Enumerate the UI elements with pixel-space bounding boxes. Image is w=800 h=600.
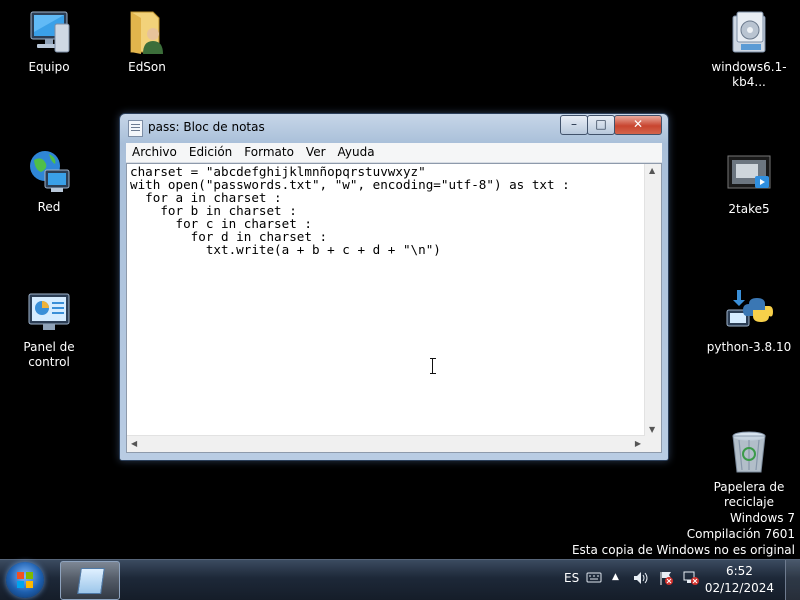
editor-content[interactable]: charset = "abcdefghijklmnñopqrstuvwxyz" … bbox=[130, 165, 570, 256]
menu-edicion[interactable]: Edición bbox=[183, 143, 238, 159]
computer-icon bbox=[25, 8, 73, 56]
menu-formato[interactable]: Formato bbox=[238, 143, 300, 159]
minimize-button[interactable]: – bbox=[560, 115, 588, 135]
desktop-icon-label: EdSon bbox=[128, 60, 166, 74]
user-folder-icon bbox=[123, 8, 171, 56]
scroll-left-icon[interactable]: ◀ bbox=[131, 439, 137, 448]
text-editor[interactable]: charset = "abcdefghijklmnñopqrstuvwxyz" … bbox=[126, 163, 662, 453]
watermark-line: Esta copia de Windows no es original bbox=[571, 543, 795, 557]
start-button[interactable] bbox=[6, 562, 44, 598]
show-desktop-button[interactable] bbox=[785, 560, 800, 600]
volume-icon[interactable] bbox=[632, 570, 650, 589]
network-disconnected-icon[interactable] bbox=[682, 570, 700, 589]
vertical-scrollbar[interactable]: ▲ ▼ bbox=[644, 164, 661, 436]
desktop-icon-label: Red bbox=[37, 200, 61, 214]
menu-archivo[interactable]: Archivo bbox=[126, 143, 183, 159]
clock-date: 02/12/2024 bbox=[704, 581, 774, 595]
control-panel-icon bbox=[25, 288, 73, 336]
desktop-icon-python[interactable]: python-3.8.10 bbox=[704, 288, 794, 355]
title-bar[interactable]: pass: Bloc de notas – □ ✕ bbox=[120, 114, 668, 140]
horizontal-scrollbar[interactable]: ◀ ▶ bbox=[127, 435, 645, 452]
desktop-icon-label: python-3.8.10 bbox=[706, 340, 792, 354]
desktop-icon-edson[interactable]: EdSon bbox=[102, 8, 192, 75]
network-globe-icon bbox=[25, 148, 73, 196]
menu-bar: Archivo Edición Formato Ver Ayuda bbox=[126, 143, 662, 163]
menu-ayuda[interactable]: Ayuda bbox=[332, 143, 381, 159]
video-file-icon bbox=[725, 150, 773, 198]
taskbar: ES ▲ 6:52 02/12/2024 bbox=[0, 559, 800, 600]
recycle-bin-icon bbox=[725, 428, 773, 476]
window-title: pass: Bloc de notas bbox=[148, 120, 265, 134]
keyboard-icon[interactable] bbox=[586, 570, 602, 587]
close-button[interactable]: ✕ bbox=[614, 115, 662, 135]
desktop-icon-label: Papelera de reciclaje bbox=[713, 480, 785, 509]
scroll-down-icon[interactable]: ▼ bbox=[649, 425, 655, 434]
desktop-icon-label: Panel de control bbox=[23, 340, 75, 369]
taskbar-item-notepad[interactable] bbox=[60, 561, 120, 600]
language-indicator[interactable]: ES bbox=[564, 571, 579, 585]
desktop-icon-red[interactable]: Red bbox=[4, 148, 94, 215]
desktop-icon-panel-de-control[interactable]: Panel de control bbox=[4, 288, 94, 370]
scroll-right-icon[interactable]: ▶ bbox=[635, 439, 641, 448]
menu-ver[interactable]: Ver bbox=[300, 143, 332, 159]
ibeam-cursor-icon bbox=[430, 358, 436, 374]
notepad-icon bbox=[77, 568, 105, 594]
watermark-line: Compilación 7601 bbox=[686, 527, 795, 541]
action-center-flag-icon[interactable] bbox=[658, 570, 674, 589]
desktop-icon-papelera[interactable]: Papelera de reciclaje bbox=[704, 428, 794, 510]
scroll-up-icon[interactable]: ▲ bbox=[649, 166, 655, 175]
watermark-line: Windows 7 bbox=[729, 511, 795, 525]
scrollbar-corner bbox=[645, 436, 661, 452]
desktop-icon-label: Equipo bbox=[28, 60, 70, 74]
windows-watermark: Windows 7 Compilación 7601 Esta copia de… bbox=[572, 510, 795, 558]
clock-time: 6:52 bbox=[725, 564, 753, 578]
taskbar-clock[interactable]: 6:52 02/12/2024 bbox=[705, 563, 774, 597]
desktop-icon-label: windows6.1-kb4... bbox=[711, 60, 787, 89]
desktop-icon-2take5[interactable]: 2take5 bbox=[704, 150, 794, 217]
python-installer-icon bbox=[725, 288, 773, 336]
maximize-button[interactable]: □ bbox=[587, 115, 615, 135]
desktop-icon-label: 2take5 bbox=[728, 202, 770, 216]
desktop-icon-equipo[interactable]: Equipo bbox=[4, 8, 94, 75]
desktop-icon-windows-update[interactable]: windows6.1-kb4... bbox=[704, 8, 794, 90]
notepad-window[interactable]: pass: Bloc de notas – □ ✕ Archivo Edición… bbox=[119, 113, 669, 461]
show-hidden-icons-icon[interactable]: ▲ bbox=[612, 572, 619, 582]
notepad-icon bbox=[128, 120, 143, 137]
windows-logo-icon bbox=[17, 572, 33, 588]
installer-package-icon bbox=[725, 8, 773, 56]
